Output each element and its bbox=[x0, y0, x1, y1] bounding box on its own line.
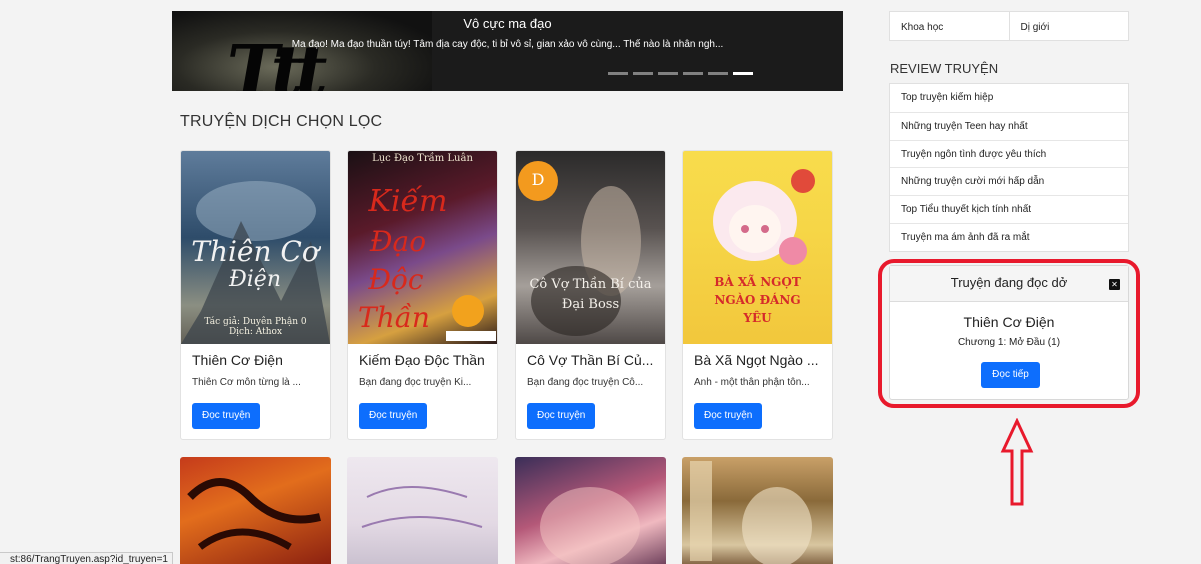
story-name[interactable]: Bà Xã Ngọt Ngào ... bbox=[694, 352, 826, 368]
review-section-title: REVIEW TRUYỆN bbox=[890, 61, 999, 76]
review-item[interactable]: Top truyện kiếm hiệp bbox=[890, 84, 1128, 112]
story-cover[interactable]: Lục Đạo Trầm Luân Kiếm Đạo Độc Thần bbox=[348, 151, 497, 344]
story-excerpt: Bạn đang đọc truyện Cô... bbox=[527, 377, 644, 388]
carousel-indicator[interactable] bbox=[683, 72, 703, 75]
read-story-button[interactable]: Đọc truyện bbox=[359, 403, 428, 429]
story-cover[interactable]: D Cô Vợ Thần Bí của Đại Boss bbox=[516, 151, 665, 344]
story-card[interactable]: Lục Đạo Trầm Luân Kiếm Đạo Độc Thần Kiếm… bbox=[347, 150, 498, 440]
review-item[interactable]: Top Tiểu thuyết kịch tính nhất bbox=[890, 195, 1128, 223]
carousel-description: Ma đạo! Ma đạo thuần túy! Tâm địa cay độ… bbox=[291, 39, 724, 50]
cover-caption: Tác giả: Duyên Phận 0 Dịch: Athox bbox=[204, 317, 307, 337]
svg-text:Đạo: Đạo bbox=[369, 225, 426, 258]
cover-caption: Lục Đạo Trầm Luân bbox=[372, 153, 473, 164]
annotation-arrow-icon bbox=[1000, 418, 1034, 506]
carousel-indicator[interactable] bbox=[633, 72, 653, 75]
svg-text:Thiên Cơ: Thiên Cơ bbox=[191, 235, 322, 268]
svg-text:Kiếm: Kiếm bbox=[368, 184, 448, 219]
status-bar-url: st:86/TrangTruyen.asp?id_truyen=1 bbox=[0, 552, 173, 564]
cover-art: Kiếm Đạo Độc Thần bbox=[358, 184, 496, 341]
carousel-title[interactable]: Vô cực ma đạo bbox=[172, 16, 843, 31]
story-cover[interactable]: BÀ XÃ NGỌT NGÀO ĐÁNG YÊU bbox=[683, 151, 832, 344]
review-item[interactable]: Những truyện Teen hay nhất bbox=[890, 111, 1128, 140]
read-story-button[interactable]: Đọc truyện bbox=[192, 403, 261, 429]
carousel-indicator-active[interactable] bbox=[733, 72, 753, 75]
genre-link[interactable]: Dị giới bbox=[1010, 12, 1129, 40]
cover-caption: BÀ XÃ NGỌT NGÀO ĐÁNG YÊU bbox=[714, 275, 801, 325]
story-excerpt: Thiên Cơ môn từng là ... bbox=[192, 377, 301, 388]
story-cover[interactable] bbox=[180, 457, 331, 564]
cover-art bbox=[690, 461, 812, 564]
carousel-indicator[interactable] bbox=[708, 72, 728, 75]
svg-text:Thần: Thần bbox=[358, 301, 430, 334]
story-card[interactable]: D Cô Vợ Thần Bí của Đại Boss Cô Vợ Thần … bbox=[515, 150, 666, 440]
review-item[interactable]: Truyện ngôn tình được yêu thích bbox=[890, 139, 1128, 168]
genre-table: Khoa học Dị giới bbox=[889, 11, 1129, 41]
review-item[interactable]: Những truyện cười mới hấp dẫn bbox=[890, 167, 1128, 195]
page: Ttt Vô cực ma đạo Ma đạo! Ma đạo thuần t… bbox=[0, 0, 1201, 564]
cover-art bbox=[361, 486, 483, 528]
story-excerpt: Bạn đang đọc truyện Ki... bbox=[359, 377, 472, 388]
story-cover[interactable] bbox=[347, 457, 498, 564]
read-story-button[interactable]: Đọc truyện bbox=[527, 403, 596, 429]
svg-text:Độc: Độc bbox=[367, 263, 423, 296]
carousel-indicator[interactable] bbox=[658, 72, 678, 75]
annotation-highlight-box bbox=[878, 259, 1140, 408]
review-item[interactable]: Truyện ma ám ảnh đã ra mắt bbox=[890, 222, 1128, 251]
svg-text:D: D bbox=[532, 170, 545, 189]
svg-text:Điện: Điện bbox=[228, 267, 281, 292]
story-name[interactable]: Kiếm Đạo Độc Thần bbox=[359, 352, 491, 368]
story-cover[interactable]: Thiên Cơ Điện Tác giả: Duyên Phận 0 Dịch… bbox=[181, 151, 330, 344]
story-name[interactable]: Cô Vợ Thần Bí Củ... bbox=[527, 352, 659, 368]
section-title: TRUYỆN DỊCH CHỌN LỌC bbox=[180, 113, 383, 130]
story-card[interactable]: BÀ XÃ NGỌT NGÀO ĐÁNG YÊU Bà Xã Ngọt Ngào… bbox=[682, 150, 833, 440]
story-name[interactable]: Thiên Cơ Điện bbox=[192, 352, 324, 368]
story-cover[interactable] bbox=[682, 457, 833, 564]
genre-link[interactable]: Khoa học bbox=[890, 12, 1010, 40]
carousel-indicator[interactable] bbox=[608, 72, 628, 75]
featured-carousel[interactable]: Ttt Vô cực ma đạo Ma đạo! Ma đạo thuần t… bbox=[172, 11, 843, 91]
cover-art bbox=[540, 487, 640, 564]
story-card[interactable]: Thiên Cơ Điện Tác giả: Duyên Phận 0 Dịch… bbox=[180, 150, 331, 440]
cover-caption: Cô Vợ Thần Bí của Đại Boss bbox=[529, 277, 652, 312]
review-list: Top truyện kiếm hiệp Những truyện Teen h… bbox=[889, 83, 1129, 252]
carousel-indicators bbox=[608, 72, 753, 75]
cover-art bbox=[187, 478, 321, 551]
story-excerpt: Anh - một thân phận tôn... bbox=[694, 377, 810, 388]
cover-art: D bbox=[518, 161, 641, 336]
story-cover[interactable] bbox=[515, 457, 666, 564]
cover-art: Thiên Cơ Điện bbox=[181, 181, 330, 344]
read-story-button[interactable]: Đọc truyện bbox=[694, 403, 763, 429]
